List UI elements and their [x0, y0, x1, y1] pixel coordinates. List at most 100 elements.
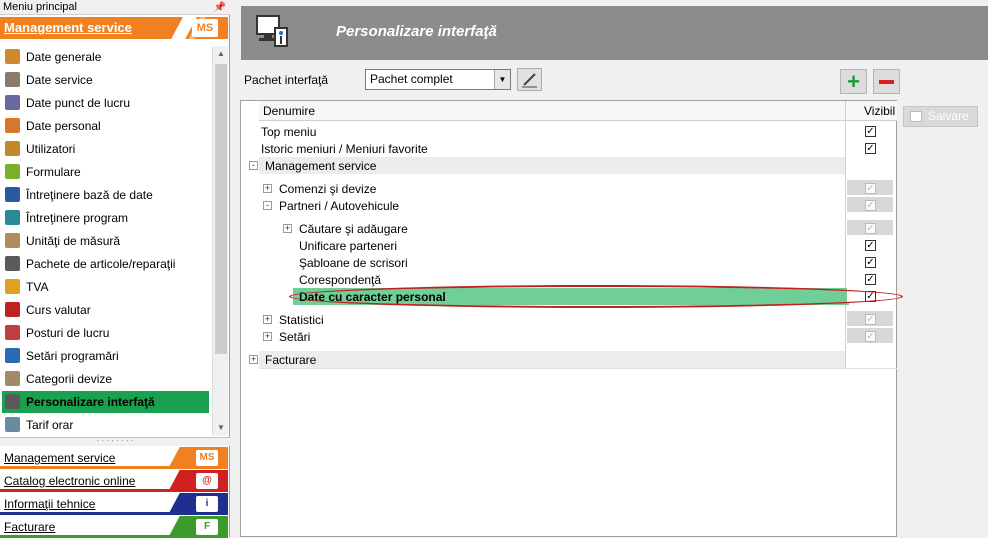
nav-item-label: Date personal — [26, 119, 101, 133]
nav-item[interactable]: Unităţi de măsură — [2, 230, 209, 252]
tree-row[interactable]: - Partneri / Autovehicule ✓ — [241, 197, 897, 214]
content-area: Personalizare interfaţă Pachet interfaţă… — [236, 0, 988, 537]
nav-item-label: Setări programări — [26, 349, 119, 363]
package-icon — [5, 256, 20, 271]
expand-icon[interactable]: + — [263, 315, 272, 324]
nav-item[interactable]: Personalizare interfaţă — [2, 391, 209, 413]
edit-package-button[interactable] — [517, 68, 542, 91]
tree-row-label: Istoric meniuri / Meniuri favorite — [261, 142, 428, 156]
nav-item[interactable]: Date personal — [2, 115, 209, 137]
expand-icon[interactable]: + — [249, 355, 258, 364]
tree-group-row[interactable]: + Facturare — [249, 351, 845, 368]
bottom-tab[interactable]: Informaţii tehnice i — [0, 493, 228, 515]
nav-item[interactable]: Date service — [2, 69, 209, 91]
save-button[interactable]: Salvare — [903, 106, 978, 127]
tree-row-label: Setări — [279, 330, 311, 344]
tree-row[interactable]: + Comenzi şi devize ✓ — [241, 180, 897, 197]
panel-splitter[interactable]: · · · · · · · · — [0, 437, 230, 446]
package-label: Pachet interfaţă — [244, 73, 329, 87]
bottom-tab[interactable]: Catalog electronic online @ — [0, 470, 228, 492]
nav-item[interactable]: Formulare — [2, 161, 209, 183]
nav-item-label: Posturi de lucru — [26, 326, 110, 340]
tree-row[interactable]: + Statistici ✓ — [241, 311, 897, 328]
visible-checkbox[interactable]: ✓ — [865, 143, 876, 154]
nav-item-label: Pachete de articole/reparaţii — [26, 257, 176, 271]
nav-item[interactable]: TVA — [2, 276, 209, 298]
expand-icon[interactable]: + — [263, 332, 272, 341]
remove-package-button[interactable] — [873, 69, 900, 94]
nav-scrollbar[interactable]: ▲ ▼ — [212, 46, 228, 436]
nav-item[interactable]: Categorii devize — [2, 368, 209, 390]
expand-icon[interactable]: + — [283, 224, 292, 233]
nav-item[interactable]: Setări programări — [2, 345, 209, 367]
nav-item[interactable]: Pachete de articole/reparaţii — [2, 253, 209, 275]
visible-checkbox[interactable]: ✓ — [865, 257, 876, 268]
page-title: Personalizare interfaţă — [336, 23, 497, 40]
customize-interface-icon — [256, 15, 288, 47]
customize-icon — [5, 394, 20, 409]
nav-list: Date generale Date service Date punct de l… — [0, 46, 212, 436]
nav-item[interactable]: Tarif orar — [2, 414, 209, 436]
visible-checkbox: ✓ — [865, 331, 876, 342]
visible-checkbox[interactable]: ✓ — [865, 274, 876, 285]
visible-checkbox: ✓ — [865, 200, 876, 211]
nav-item-label: Date punct de lucru — [26, 96, 131, 110]
collapse-icon[interactable]: - — [263, 201, 272, 210]
tree-row[interactable]: Istoric meniuri / Meniuri favorite ✓ — [241, 140, 897, 157]
main-menu-panel: Meniu principal 📌 Management service MS … — [0, 0, 230, 538]
column-header-visible[interactable]: Vizibil — [845, 101, 897, 121]
nav-item-label: Date service — [26, 73, 93, 87]
nav-item-label: Personalizare interfaţă — [26, 395, 155, 409]
collapse-icon[interactable]: - — [249, 161, 258, 170]
visible-checkbox[interactable]: ✓ — [865, 240, 876, 251]
section-title-band: Management service MS — [0, 17, 228, 39]
building-icon — [5, 72, 20, 87]
scroll-up-icon[interactable]: ▲ — [213, 46, 229, 62]
ruler-icon — [5, 233, 20, 248]
nav-item[interactable]: Utilizatori — [2, 138, 209, 160]
visible-checkbox: ✓ — [865, 223, 876, 234]
chevron-down-icon[interactable]: ▼ — [494, 70, 510, 89]
save-label: Salvare — [928, 109, 969, 123]
nav-item[interactable]: Date generale — [2, 46, 209, 68]
expand-icon[interactable]: + — [263, 184, 272, 193]
visible-checkbox[interactable]: ✓ — [865, 126, 876, 137]
column-header-name[interactable]: Denumire — [263, 104, 315, 118]
bottom-tab[interactable]: Management service MS — [0, 447, 228, 469]
nav-item-label: Unităţi de măsură — [26, 234, 121, 248]
menu-tree-grid: Denumire Vizibil Top meniu ✓ Istoric meniu… — [240, 100, 903, 537]
bottom-tab-icon: MS — [196, 450, 218, 466]
nav-item-label: Întreţinere bază de date — [26, 188, 153, 202]
tree-row[interactable]: + Setări ✓ — [241, 328, 897, 345]
tree-group-row[interactable]: - Management service — [249, 157, 845, 174]
document-icon — [5, 49, 20, 64]
tree-row[interactable]: Unificare parteneri ✓ — [241, 237, 897, 254]
nav-item[interactable]: Curs valutar — [2, 299, 209, 321]
tree-row[interactable]: Top meniu ✓ — [241, 123, 897, 140]
nav-item[interactable]: Întreţinere bază de date — [2, 184, 209, 206]
forms-icon — [5, 164, 20, 179]
page-title-bar: Personalizare interfaţă — [241, 6, 988, 60]
nav-item[interactable]: Date punct de lucru — [2, 92, 209, 114]
nav-item[interactable]: Întreţinere program — [2, 207, 209, 229]
database-save-icon — [5, 187, 20, 202]
highlight-ellipse — [289, 285, 903, 308]
users-icon — [5, 141, 20, 156]
tree-row-label: Management service — [265, 159, 377, 173]
scroll-thumb[interactable] — [215, 64, 227, 354]
pin-icon[interactable]: 📌 — [214, 0, 226, 15]
tree-row-label: Şabloane de scrisori — [299, 256, 408, 270]
tree-row[interactable]: + Căutare şi adăugare ✓ — [241, 220, 897, 237]
scroll-down-icon[interactable]: ▼ — [213, 420, 229, 436]
package-select[interactable]: Pachet complet ▼ — [365, 69, 511, 90]
add-package-button[interactable]: + — [840, 69, 867, 94]
nav-item[interactable]: Posturi de lucru — [2, 322, 209, 344]
program-icon — [5, 210, 20, 225]
tree-row[interactable]: Şabloane de scrisori ✓ — [241, 254, 897, 271]
tree-row[interactable]: Date cu caracter personal ✓ — [241, 285, 903, 308]
pencil-icon — [522, 73, 537, 88]
bottom-tab[interactable]: Facturare F — [0, 516, 228, 538]
grid-header: Denumire Vizibil — [259, 101, 897, 121]
main-menu-header: Meniu principal 📌 — [0, 0, 230, 15]
nav-item-label: Întreţinere program — [26, 211, 129, 225]
